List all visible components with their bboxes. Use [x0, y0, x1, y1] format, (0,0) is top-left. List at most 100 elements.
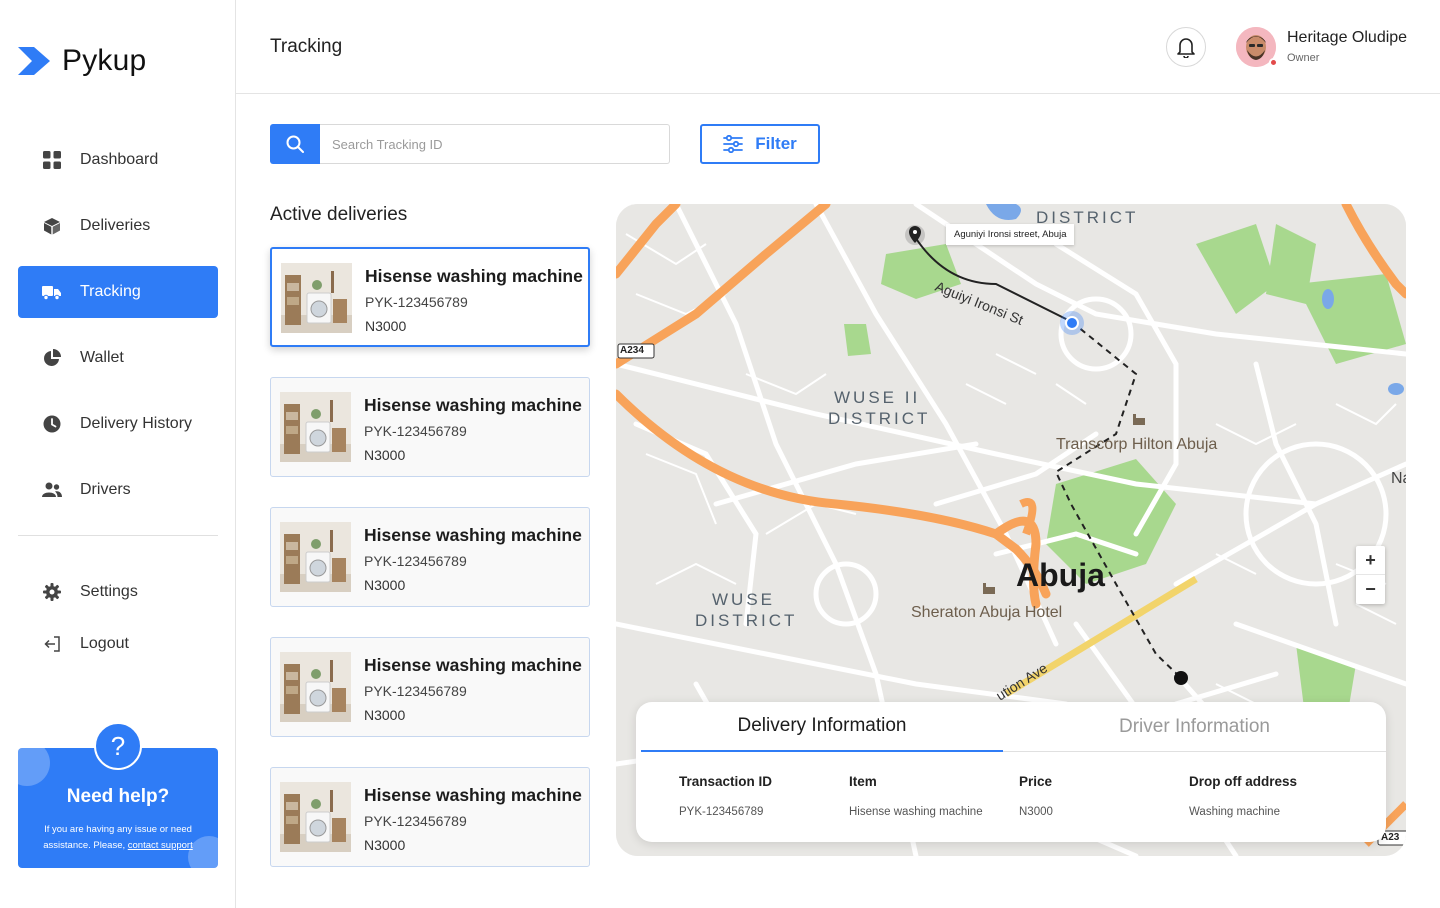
info-value: N3000: [1019, 806, 1053, 818]
washing-machine-thumbnail: [280, 652, 351, 722]
delivery-item-name: Hisense washing machine: [364, 655, 582, 675]
sidebar-item-label: Wallet: [80, 349, 124, 366]
delivery-card[interactable]: Hisense washing machine PYK-123456789 N3…: [270, 637, 590, 737]
notification-button[interactable]: [1166, 27, 1206, 67]
logo-chevron-icon: [18, 47, 50, 75]
map-label-edge: Na: [1391, 470, 1406, 487]
gear-icon: [42, 582, 62, 602]
sidebar-item-label: Dashboard: [80, 151, 159, 168]
help-title: Need help?: [66, 786, 170, 807]
sidebar-item-drivers[interactable]: Drivers: [18, 464, 218, 516]
help-question-icon: ?: [94, 722, 142, 770]
delivery-price: N3000: [364, 447, 406, 463]
sidebar-item-delivery-history[interactable]: Delivery History: [18, 398, 218, 450]
delivery-tracking-id: PYK-123456789: [364, 553, 467, 569]
user-name: Heritage Oludipe: [1287, 29, 1408, 46]
sidebar-item-tracking[interactable]: Tracking: [18, 266, 218, 318]
map-label-wuse: WUSE: [712, 590, 775, 609]
info-value: Hisense washing machine: [849, 806, 983, 818]
sidebar-item-label: Logout: [80, 635, 129, 652]
pie-chart-icon: [42, 348, 62, 368]
search-bar: [270, 124, 670, 164]
search-button[interactable]: [270, 124, 320, 164]
washing-machine-thumbnail: [280, 782, 351, 852]
help-text: If you are having any issue or need assi…: [43, 824, 193, 851]
info-column-dropoff: Drop off address Washing machine: [1189, 774, 1297, 818]
delivery-item-name: Hisense washing machine: [364, 525, 582, 545]
decorative-bubble: [18, 748, 50, 786]
info-header: Item: [849, 774, 877, 789]
delivery-item-name: Hisense washing machine: [364, 785, 582, 805]
sidebar-item-settings[interactable]: Settings: [18, 566, 218, 618]
map-label-sheraton: Sheraton Abuja Hotel: [911, 604, 1063, 621]
clock-icon: [42, 414, 62, 434]
pickup-address-tag: Aguniyi Ironsi street, Abuja: [946, 224, 1075, 245]
map-label-wuse2: WUSE II: [834, 388, 921, 407]
destination-dot: [1174, 671, 1188, 685]
delivery-price: N3000: [364, 837, 406, 853]
sidebar-item-label: Deliveries: [80, 217, 151, 234]
sidebar-item-wallet[interactable]: Wallet: [18, 332, 218, 384]
search-input[interactable]: [320, 124, 670, 164]
tab-driver-information[interactable]: Driver Information: [1003, 702, 1386, 752]
map-label-transcorp: Transcorp Hilton Abuja: [1056, 436, 1218, 453]
delivery-info-panel: Delivery Information Driver Information …: [636, 702, 1386, 842]
sidebar-divider: [18, 535, 218, 536]
sidebar-item-label: Settings: [80, 583, 138, 600]
delivery-card[interactable]: Hisense washing machine PYK-123456789 N3…: [270, 247, 590, 347]
sidebar-item-label: Delivery History: [80, 415, 193, 432]
info-header: Price: [1019, 774, 1053, 789]
top-header: Tracking Heritage Oludipe Owner: [236, 0, 1440, 94]
info-header: Drop off address: [1189, 774, 1298, 789]
delivery-tracking-id: PYK-123456789: [364, 683, 467, 699]
delivery-item-name: Hisense washing machine: [364, 395, 582, 415]
truck-icon: [42, 282, 62, 302]
sidebar-item-label: Drivers: [80, 481, 131, 498]
map-label-city: Abuja: [1016, 557, 1105, 593]
dashboard-icon: [42, 150, 62, 170]
users-icon: [42, 480, 62, 500]
delivery-price: N3000: [365, 318, 407, 334]
delivery-card[interactable]: Hisense washing machine PYK-123456789 N3…: [270, 767, 590, 867]
delivery-tracking-id: PYK-123456789: [364, 813, 467, 829]
avatar[interactable]: [1236, 27, 1278, 67]
app-name: Pykup: [62, 44, 147, 77]
zoom-out-button[interactable]: −: [1356, 575, 1385, 604]
contact-support-link[interactable]: contact support: [128, 840, 193, 851]
map-label-a234: A234: [620, 345, 644, 356]
bell-icon: [1177, 38, 1195, 58]
delivery-price: N3000: [364, 707, 406, 723]
sidebar-item-dashboard[interactable]: Dashboard: [18, 134, 218, 186]
zoom-controls: + −: [1356, 546, 1385, 604]
tab-delivery-information[interactable]: Delivery Information: [641, 702, 1003, 752]
info-value: Washing machine: [1189, 806, 1280, 818]
box-icon: [42, 216, 62, 236]
driver-location-icon: [1060, 311, 1084, 335]
sidebar-item-logout[interactable]: Logout: [18, 618, 218, 670]
info-column-item: Item Hisense washing machine: [849, 774, 983, 818]
delivery-card[interactable]: Hisense washing machine PYK-123456789 N3…: [270, 507, 590, 607]
sliders-icon: [723, 135, 744, 153]
active-deliveries-title: Active deliveries: [270, 204, 408, 225]
search-icon: [286, 135, 304, 153]
delivery-price: N3000: [364, 577, 406, 593]
map-label-wuse-district: DISTRICT: [695, 611, 798, 630]
delivery-card[interactable]: Hisense washing machine PYK-123456789 N3…: [270, 377, 590, 477]
washing-machine-thumbnail: [280, 392, 351, 462]
delivery-tracking-id: PYK-123456789: [364, 423, 467, 439]
logo[interactable]: Pykup: [18, 44, 146, 78]
origin-pin-icon: [905, 225, 925, 245]
filter-button[interactable]: Filter: [700, 124, 820, 164]
delivery-item-name: Hisense washing machine: [365, 266, 583, 286]
washing-machine-thumbnail: [281, 263, 352, 333]
logout-icon: [42, 634, 62, 654]
washing-machine-thumbnail: [280, 522, 351, 592]
sidebar-item-deliveries[interactable]: Deliveries: [18, 200, 218, 252]
online-status-dot: [1269, 58, 1278, 67]
user-role: Owner: [1287, 52, 1320, 64]
sidebar-item-label: Tracking: [80, 283, 141, 300]
delivery-tracking-id: PYK-123456789: [365, 294, 468, 310]
page-title: Tracking: [270, 36, 343, 57]
map-label-wuse2-district: DISTRICT: [828, 409, 931, 428]
zoom-in-button[interactable]: +: [1356, 546, 1385, 575]
